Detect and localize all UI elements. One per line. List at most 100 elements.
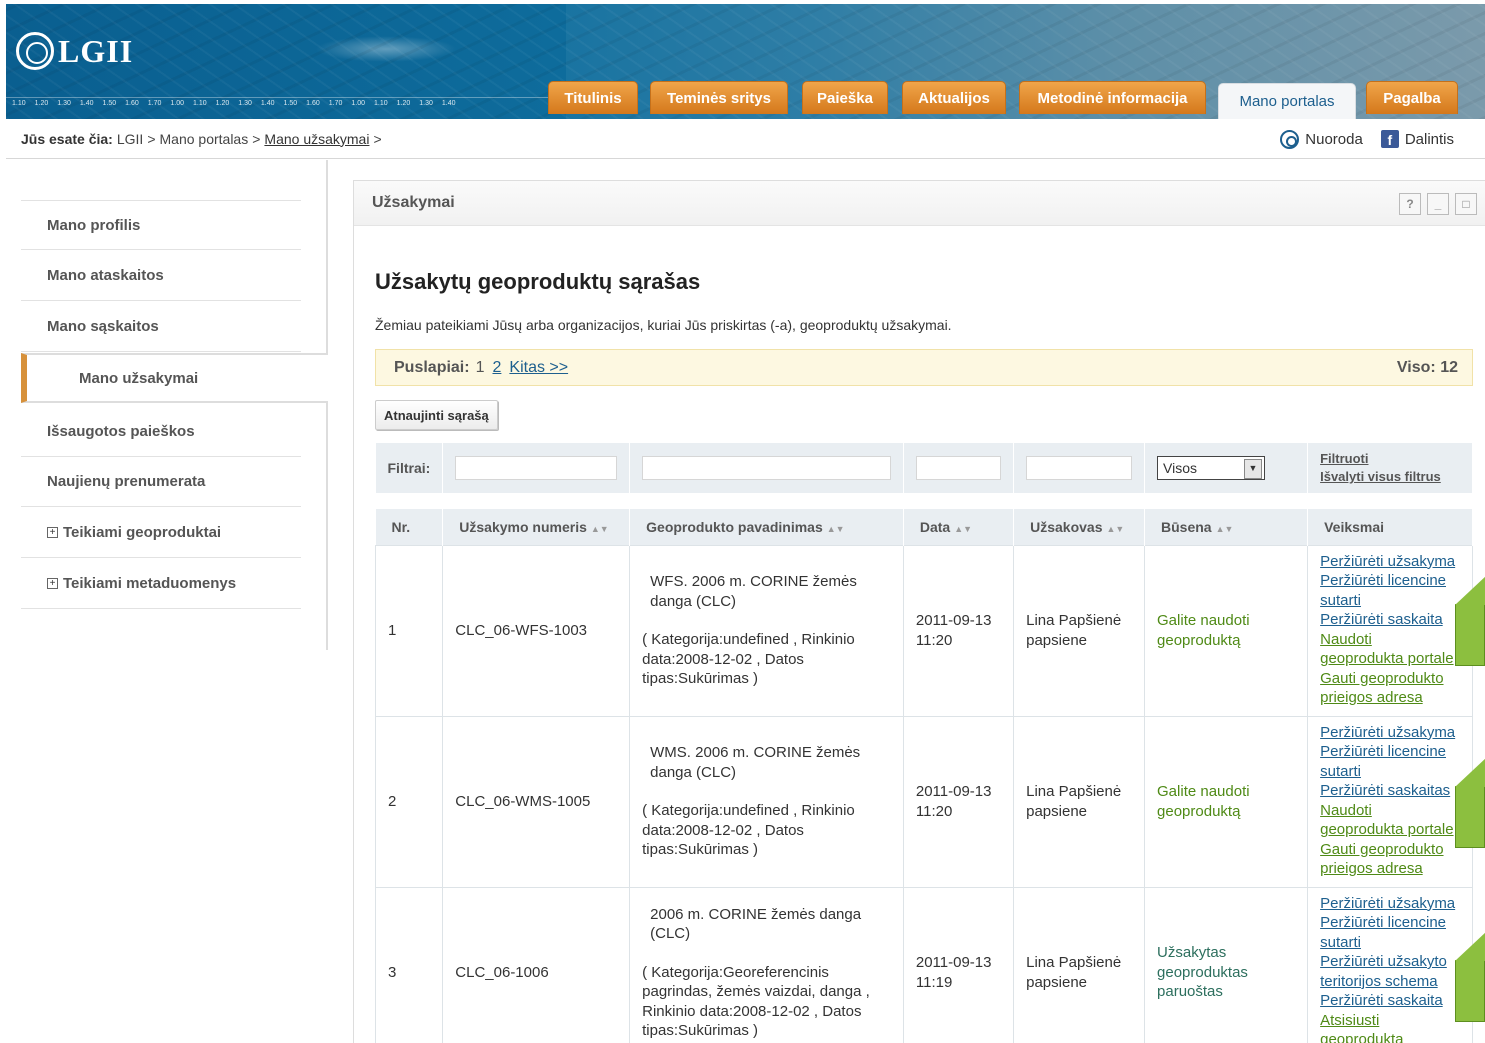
get-access-url-link[interactable]: Gauti geoprodukto: [1320, 840, 1460, 860]
page-title: Užsakytų geoproduktų sąrašas: [375, 269, 701, 294]
link-share-button[interactable]: Nuoroda: [1280, 129, 1363, 149]
sort-icon[interactable]: ▲▼: [1216, 524, 1234, 534]
col-status[interactable]: Būsena ▲▼: [1144, 509, 1309, 545]
pagination-next[interactable]: Kitas >>: [509, 359, 568, 377]
use-in-portal-link[interactable]: geoprodukta portale: [1320, 820, 1460, 840]
tab-titulinis[interactable]: Titulinis: [548, 81, 638, 114]
site-logo[interactable]: LGII: [16, 28, 133, 74]
callout-arrow-icon: [1455, 575, 1485, 666]
apply-filters-link[interactable]: Filtruoti: [1320, 450, 1460, 468]
breadcrumb-item-mano-portalas[interactable]: Mano portalas: [160, 131, 249, 147]
clear-filters-link[interactable]: Išvalyti visus filtrus: [1320, 468, 1460, 486]
row-customer-login: papsiene: [1026, 631, 1088, 649]
row-time: 11:19: [915, 973, 953, 991]
view-license-link[interactable]: sutarti: [1320, 762, 1460, 782]
view-invoice-link[interactable]: Peržiūrėti saskaitas: [1320, 781, 1460, 801]
col-product-name[interactable]: Geoprodukto pavadinimas ▲▼: [629, 509, 904, 545]
sort-icon[interactable]: ▲▼: [1107, 524, 1125, 534]
row-time: 11:20: [915, 631, 953, 649]
use-in-portal-link[interactable]: Naudoti: [1320, 801, 1460, 821]
col-nr: Nr.: [375, 509, 444, 545]
row-nr: 3: [374, 886, 444, 1043]
view-order-link[interactable]: Peržiūrėti užsakyma: [1320, 894, 1460, 914]
tab-temines-sritys[interactable]: Teminės sritys: [650, 81, 788, 114]
sidebar-item-mano-profilis[interactable]: Mano profilis: [21, 200, 301, 250]
row-customer: Lina Papšienė: [1026, 612, 1122, 629]
sort-icon[interactable]: ▲▼: [827, 524, 845, 534]
tab-paieska[interactable]: Paieška: [802, 81, 888, 114]
view-license-link[interactable]: sutarti: [1320, 591, 1460, 611]
breadcrumb: Jūs esate čia: LGII > Mano portalas > Ma…: [6, 119, 1485, 159]
sidebar-item-teikiami-geoproduktai[interactable]: + Teikiami geoproduktai: [21, 508, 301, 558]
facebook-share-button[interactable]: f Dalintis: [1380, 130, 1454, 148]
get-access-url-link[interactable]: prieigos adresa: [1320, 859, 1460, 879]
view-invoice-link[interactable]: Peržiūrėti saskaita: [1320, 991, 1460, 1011]
tab-mano-portalas[interactable]: Mano portalas: [1218, 83, 1356, 119]
tab-metodine-informacija[interactable]: Metodinė informacija: [1019, 81, 1206, 114]
use-in-portal-link[interactable]: Naudoti: [1320, 630, 1460, 650]
row-nr: 1: [374, 544, 444, 717]
view-order-link[interactable]: Peržiūrėti užsakyma: [1320, 552, 1460, 572]
row-customer-login: papsiene: [1026, 973, 1088, 991]
row-customer: Lina Papšienė: [1026, 954, 1122, 971]
col-order-number[interactable]: Užsakymo numeris ▲▼: [442, 509, 631, 545]
facebook-icon: f: [1380, 130, 1399, 148]
refresh-list-button[interactable]: Atnaujinti sąrašą: [375, 400, 498, 430]
filter-order-number-input[interactable]: [455, 456, 618, 480]
col-date[interactable]: Data ▲▼: [903, 509, 1015, 545]
sidebar-item-issaugotos-paieskos[interactable]: Išsaugotos paieškos: [21, 407, 301, 457]
table-row: 1 CLC_06-WFS-1003 WFS. 2006 m. CORINE že…: [374, 544, 1473, 717]
view-license-link[interactable]: Peržiūrėti licencine: [1320, 742, 1460, 762]
view-invoice-link[interactable]: Peržiūrėti saskaita: [1320, 610, 1460, 630]
row-order-number: CLC_06-WMS-1005: [442, 715, 631, 888]
row-date: 2011-09-13: [915, 612, 992, 629]
sidebar-item-teikiami-metaduomenys[interactable]: + Teikiami metaduomenys: [21, 559, 301, 609]
minimize-button[interactable]: _: [1427, 193, 1449, 215]
callout-arrow-icon: [1455, 757, 1485, 848]
tab-pagalba[interactable]: Pagalba: [1366, 81, 1458, 114]
sidebar-item-mano-uzsakymai[interactable]: Mano užsakymai: [21, 353, 328, 403]
sort-icon[interactable]: ▲▼: [591, 524, 609, 534]
sidebar-nav: Mano profilis Mano ataskaitos Mano sąska…: [21, 160, 328, 650]
row-date: 2011-09-13: [915, 783, 992, 800]
filter-status-select[interactable]: Visos: [1157, 456, 1266, 480]
maximize-button[interactable]: □: [1455, 193, 1477, 215]
view-license-link[interactable]: Peržiūrėti licencine: [1320, 571, 1460, 591]
breadcrumb-item-mano-uzsakymai[interactable]: Mano užsakymai: [264, 131, 369, 147]
view-order-link[interactable]: Peržiūrėti užsakyma: [1320, 723, 1460, 743]
expand-icon[interactable]: +: [47, 527, 58, 538]
pagination-bar: Puslapiai: 1 2 Kitas >> Viso: 12: [375, 349, 1473, 386]
breadcrumb-item-lgii[interactable]: LGII: [117, 131, 143, 147]
get-access-url-link[interactable]: prieigos adresa: [1320, 688, 1460, 708]
total-count: Viso: 12: [1396, 358, 1458, 376]
view-territory-schema-link[interactable]: teritorijos schema: [1320, 972, 1460, 992]
sidebar-item-naujienu-prenumerata[interactable]: Naujienų prenumerata: [21, 457, 301, 507]
row-product-name: WMS. 2006 m. CORINE žemės danga (CLC): [650, 744, 861, 781]
row-status: Užsakytas geoproduktas paruoštas: [1144, 886, 1309, 1043]
filter-customer-input[interactable]: [1026, 456, 1133, 480]
tab-aktualijos[interactable]: Aktualijos: [902, 81, 1006, 114]
pagination-page-2[interactable]: 2: [492, 359, 501, 377]
sidebar-item-mano-ataskaitos[interactable]: Mano ataskaitos: [21, 251, 301, 301]
view-license-link[interactable]: Peržiūrėti licencine: [1320, 913, 1460, 933]
row-product-name: WFS. 2006 m. CORINE žemės danga (CLC): [650, 573, 857, 610]
share-tools: Nuoroda f Dalintis: [1280, 119, 1454, 159]
filter-product-name-input[interactable]: [642, 456, 891, 480]
table-row: 2 CLC_06-WMS-1005 WMS. 2006 m. CORINE že…: [374, 715, 1473, 888]
view-license-link[interactable]: sutarti: [1320, 933, 1460, 953]
expand-icon[interactable]: +: [47, 578, 58, 589]
help-button[interactable]: ?: [1399, 193, 1421, 215]
sidebar-item-mano-saskaitos[interactable]: Mano sąskaitos: [21, 302, 301, 352]
logo-mark-icon: [16, 32, 54, 70]
view-territory-schema-link[interactable]: Peržiūrėti užsakyto: [1320, 952, 1460, 972]
download-product-link[interactable]: Atsisiusti: [1320, 1011, 1460, 1031]
main-nav: Titulinis Teminės sritys Paieška Aktuali…: [0, 81, 1485, 119]
sort-icon[interactable]: ▲▼: [954, 524, 972, 534]
get-access-url-link[interactable]: Gauti geoprodukto: [1320, 669, 1460, 689]
row-status: Galite naudoti geoproduktą: [1144, 544, 1309, 717]
col-customer[interactable]: Užsakovas ▲▼: [1013, 509, 1146, 545]
download-product-link[interactable]: geoprodukta: [1320, 1030, 1460, 1043]
use-in-portal-link[interactable]: geoprodukta portale: [1320, 649, 1460, 669]
row-actions: Peržiūrėti užsakyma Peržiūrėti licencine…: [1307, 544, 1473, 717]
filter-date-input[interactable]: [915, 456, 1002, 480]
